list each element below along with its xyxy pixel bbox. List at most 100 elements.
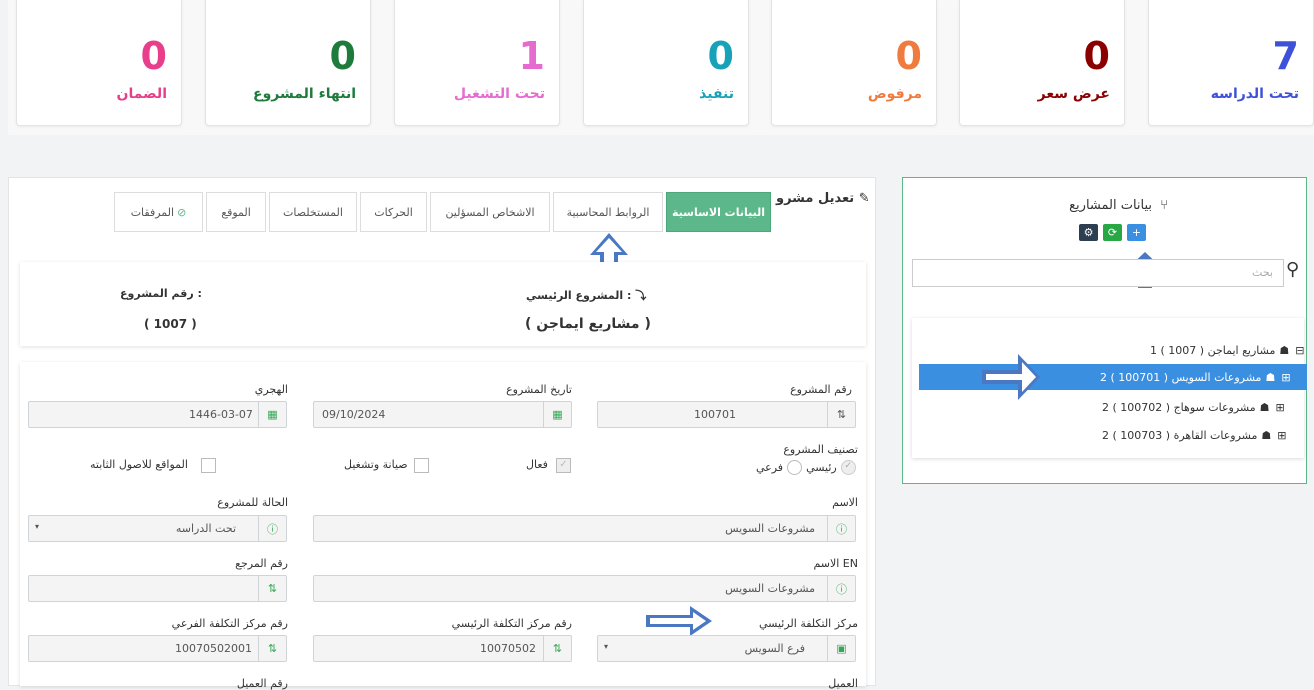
form-title-text: تعديل مشرو xyxy=(776,191,855,206)
fixed-assets-label: المواقع للاصول الثابته xyxy=(90,458,188,471)
tree-search-input[interactable]: بحث xyxy=(912,259,1284,287)
tab-responsible-persons[interactable]: الاشخاص المسؤلين xyxy=(430,192,550,232)
folder-icon: ☗ xyxy=(1279,343,1290,357)
info-icon: ⓘ xyxy=(258,516,286,541)
name-en-label: الاسم EN xyxy=(813,557,858,570)
tree-item[interactable]: مشروعات القاهرة ( 100703 ) 2 ☗ ⊞ xyxy=(1102,423,1287,447)
tab-attachments[interactable]: المرفقات ⊘ xyxy=(114,192,203,232)
sort-numeric-icon: ⇅ xyxy=(258,576,286,601)
stat-value: 0 xyxy=(140,34,167,78)
project-date-label: تاريخ المشروع xyxy=(506,383,572,396)
paperclip-icon: ⊘ xyxy=(177,205,187,219)
stat-value: 0 xyxy=(1083,34,1110,78)
main-cost-no-label: رقم مركز التكلفة الرئيسي xyxy=(451,617,572,630)
stats-bar: 0 الضمان 0 انتهاء المشروع 1 تحت التشغيل … xyxy=(8,0,1314,135)
expand-icon[interactable]: ⊞ xyxy=(1275,401,1284,414)
tab-label: الحركات xyxy=(374,205,413,219)
radio-sub[interactable] xyxy=(787,460,803,475)
tab-basic-data[interactable]: البيانات الاساسية xyxy=(666,192,771,232)
tab-extracts[interactable]: المستخلصات xyxy=(269,192,357,232)
gear-icon: ⚙ xyxy=(1083,226,1094,239)
sub-label: فرعي xyxy=(756,461,784,474)
project-number-label: رقم المشروع : xyxy=(120,287,202,300)
stat-card-project-end[interactable]: 0 انتهاء المشروع xyxy=(205,0,371,126)
classification-radio-group: فرعي رئيسي ✓ xyxy=(756,460,856,475)
level-up-icon: ⤵ xyxy=(635,289,647,302)
field-value: تحت الدراسه xyxy=(175,522,236,535)
calendar-icon[interactable]: ▦ xyxy=(543,402,571,427)
calendar-icon[interactable]: ▦ xyxy=(258,402,286,427)
stat-label: انتهاء المشروع xyxy=(253,86,356,102)
tree-item[interactable]: مشاريع ايماجن ( 1007 ) 1 ☗ ⊟ xyxy=(1150,338,1304,362)
name-label: الاسم xyxy=(832,496,858,509)
name-field[interactable]: مشروعات السويس ⓘ xyxy=(313,515,856,542)
form-title: تعديل مشرو ✎ xyxy=(776,191,870,206)
field-value: 1446-03-07 xyxy=(189,408,253,421)
tab-label: الاشخاص المسؤلين xyxy=(445,205,535,219)
name-en-field[interactable]: مشروعات السويس ⓘ xyxy=(313,575,856,602)
main-cost-no-field[interactable]: 10070502 ⇅ xyxy=(313,635,572,662)
project-no-field[interactable]: 100701 ⇅ xyxy=(597,401,856,428)
sitemap-icon: ⑂ xyxy=(1160,198,1168,213)
project-no-label: رقم المشروع xyxy=(790,383,852,396)
stat-label: مرفوض xyxy=(867,86,922,102)
tree-item[interactable]: مشروعات السويس ( 100701 ) 2 ☗ ⊞ xyxy=(1100,365,1291,389)
tree-panel-header: بيانات المشاريع ⑂ xyxy=(1058,198,1168,213)
main-cost-center-select[interactable]: فرع السويس ▾ ▣ xyxy=(597,635,856,662)
expand-icon[interactable]: ⊞ xyxy=(1277,429,1286,442)
stat-label: تحت الدراسه xyxy=(1210,86,1299,102)
status-select[interactable]: تحت الدراسه ▾ ⓘ xyxy=(28,515,287,542)
project-date-field[interactable]: 09/10/2024 ▦ xyxy=(313,401,572,428)
ref-field[interactable]: ⇅ xyxy=(28,575,287,602)
field-value: 10070502001 xyxy=(175,642,252,655)
field-value: 100701 xyxy=(694,408,736,421)
active-checkbox[interactable]: ✓ xyxy=(556,458,571,473)
plus-icon: + xyxy=(1131,226,1142,239)
tab-label: البيانات الاساسية xyxy=(671,205,766,219)
search-icon[interactable]: ⚲ xyxy=(1286,259,1312,287)
right-arrow-annotation xyxy=(646,606,712,636)
stat-card-under-study[interactable]: 7 تحت الدراسه xyxy=(1148,0,1314,126)
stat-card-rejected[interactable]: 0 مرفوض xyxy=(771,0,937,126)
settings-button[interactable]: ⚙ xyxy=(1079,224,1098,241)
tab-location[interactable]: الموقع xyxy=(206,192,266,232)
parent-project-label: المشروع الرئيسي : ⤵ xyxy=(526,287,646,303)
ref-label: رقم المرجع xyxy=(235,557,288,570)
money-icon: ▣ xyxy=(827,636,855,661)
parent-project-label-text: المشروع الرئيسي : xyxy=(526,289,632,302)
stat-card-operating[interactable]: 1 تحت التشغيل xyxy=(394,0,560,126)
classification-label: تصنيف المشروع xyxy=(783,443,858,456)
tab-label: الموقع xyxy=(221,205,251,219)
folder-icon: ☗ xyxy=(1261,428,1272,442)
field-value: 09/10/2024 xyxy=(322,408,386,421)
stat-label: تنفيذ xyxy=(699,86,734,102)
expand-icon[interactable]: ⊞ xyxy=(1281,371,1290,384)
stat-label: تحت التشغيل xyxy=(453,86,545,102)
tab-movements[interactable]: الحركات xyxy=(360,192,427,232)
maintenance-checkbox[interactable] xyxy=(414,458,429,473)
radio-main[interactable]: ✓ xyxy=(840,460,856,475)
sub-cost-no-field[interactable]: 10070502001 ⇅ xyxy=(28,635,287,662)
tree-item[interactable]: مشروعات سوهاج ( 100702 ) 2 ☗ ⊞ xyxy=(1102,395,1285,419)
refresh-button[interactable]: ⟳ xyxy=(1103,224,1122,241)
add-button[interactable]: + xyxy=(1127,224,1146,241)
tab-accounting-links[interactable]: الروابط المحاسبية xyxy=(553,192,663,232)
folder-icon: ☗ xyxy=(1259,400,1270,414)
hijri-date-field[interactable]: 1446-03-07 ▦ xyxy=(28,401,287,428)
stat-value: 0 xyxy=(707,34,734,78)
refresh-icon: ⟳ xyxy=(1107,226,1118,239)
maintenance-label: صيانة وتشغيل xyxy=(344,458,408,471)
tab-label: الروابط المحاسبية xyxy=(566,205,650,219)
field-value: مشروعات السويس xyxy=(725,522,815,535)
fixed-assets-checkbox[interactable] xyxy=(201,458,216,473)
collapse-icon[interactable]: ⊟ xyxy=(1295,344,1304,357)
panel-title: بيانات المشاريع xyxy=(1069,198,1153,213)
stat-card-quotation[interactable]: 0 عرض سعر xyxy=(959,0,1125,126)
stat-card-execution[interactable]: 0 تنفيذ xyxy=(583,0,749,126)
project-info-card xyxy=(20,262,866,346)
sort-numeric-icon: ⇅ xyxy=(258,636,286,661)
stat-value: 7 xyxy=(1272,34,1299,78)
stat-label: عرض سعر xyxy=(1037,86,1110,102)
sub-cost-no-label: رقم مركز التكلفة الفرعي xyxy=(171,617,288,630)
stat-card-warranty[interactable]: 0 الضمان xyxy=(16,0,182,126)
